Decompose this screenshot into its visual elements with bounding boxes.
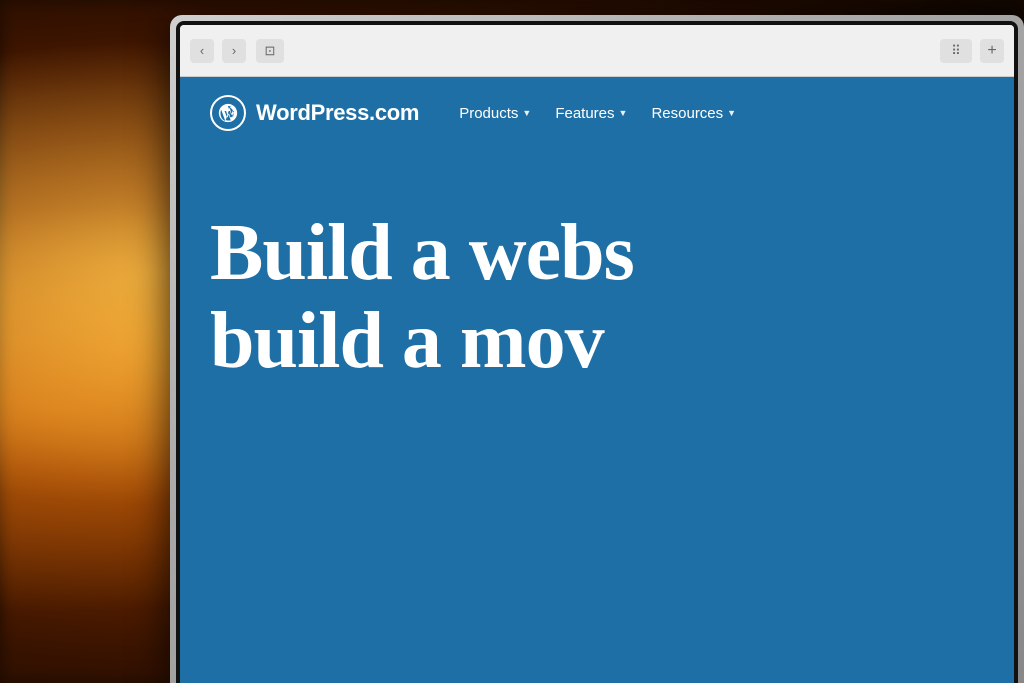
- laptop-frame: ‹ › ⊡ ⠿ +: [170, 15, 1024, 683]
- wordpress-logo-icon: [210, 95, 246, 131]
- site-logo-text: WordPress.com: [256, 100, 419, 126]
- nav-item-features[interactable]: Features ▼: [555, 105, 627, 122]
- laptop-screen: ‹ › ⊡ ⠿ +: [180, 25, 1014, 683]
- hero-section: Build a webs build a mov: [180, 149, 1014, 405]
- resources-dropdown-arrow: ▼: [727, 108, 736, 118]
- site-content-wrapper: WordPress.com Products ▼ Features ▼: [180, 77, 1014, 683]
- hero-title: Build a webs build a mov: [210, 209, 984, 385]
- wordpress-site: WordPress.com Products ▼ Features ▼: [180, 77, 1014, 683]
- forward-button[interactable]: ›: [222, 39, 246, 63]
- nav-links: Products ▼ Features ▼ Resources ▼: [459, 105, 736, 122]
- back-button[interactable]: ‹: [190, 39, 214, 63]
- new-tab-button[interactable]: +: [980, 39, 1004, 63]
- extensions-button[interactable]: ⠿: [940, 39, 972, 63]
- site-logo-area[interactable]: WordPress.com: [210, 95, 419, 131]
- screen-bezel: ‹ › ⊡ ⠿ +: [176, 21, 1018, 683]
- sidebar-toggle-button[interactable]: ⊡: [256, 39, 284, 63]
- nav-item-resources[interactable]: Resources ▼: [651, 105, 736, 122]
- hero-line-2: build a mov: [210, 297, 984, 385]
- hero-line-1: Build a webs: [210, 209, 984, 297]
- products-dropdown-arrow: ▼: [522, 108, 531, 118]
- features-dropdown-arrow: ▼: [619, 108, 628, 118]
- nav-item-products[interactable]: Products ▼: [459, 105, 531, 122]
- site-navbar: WordPress.com Products ▼ Features ▼: [180, 77, 1014, 149]
- browser-chrome: ‹ › ⊡ ⠿ +: [180, 25, 1014, 77]
